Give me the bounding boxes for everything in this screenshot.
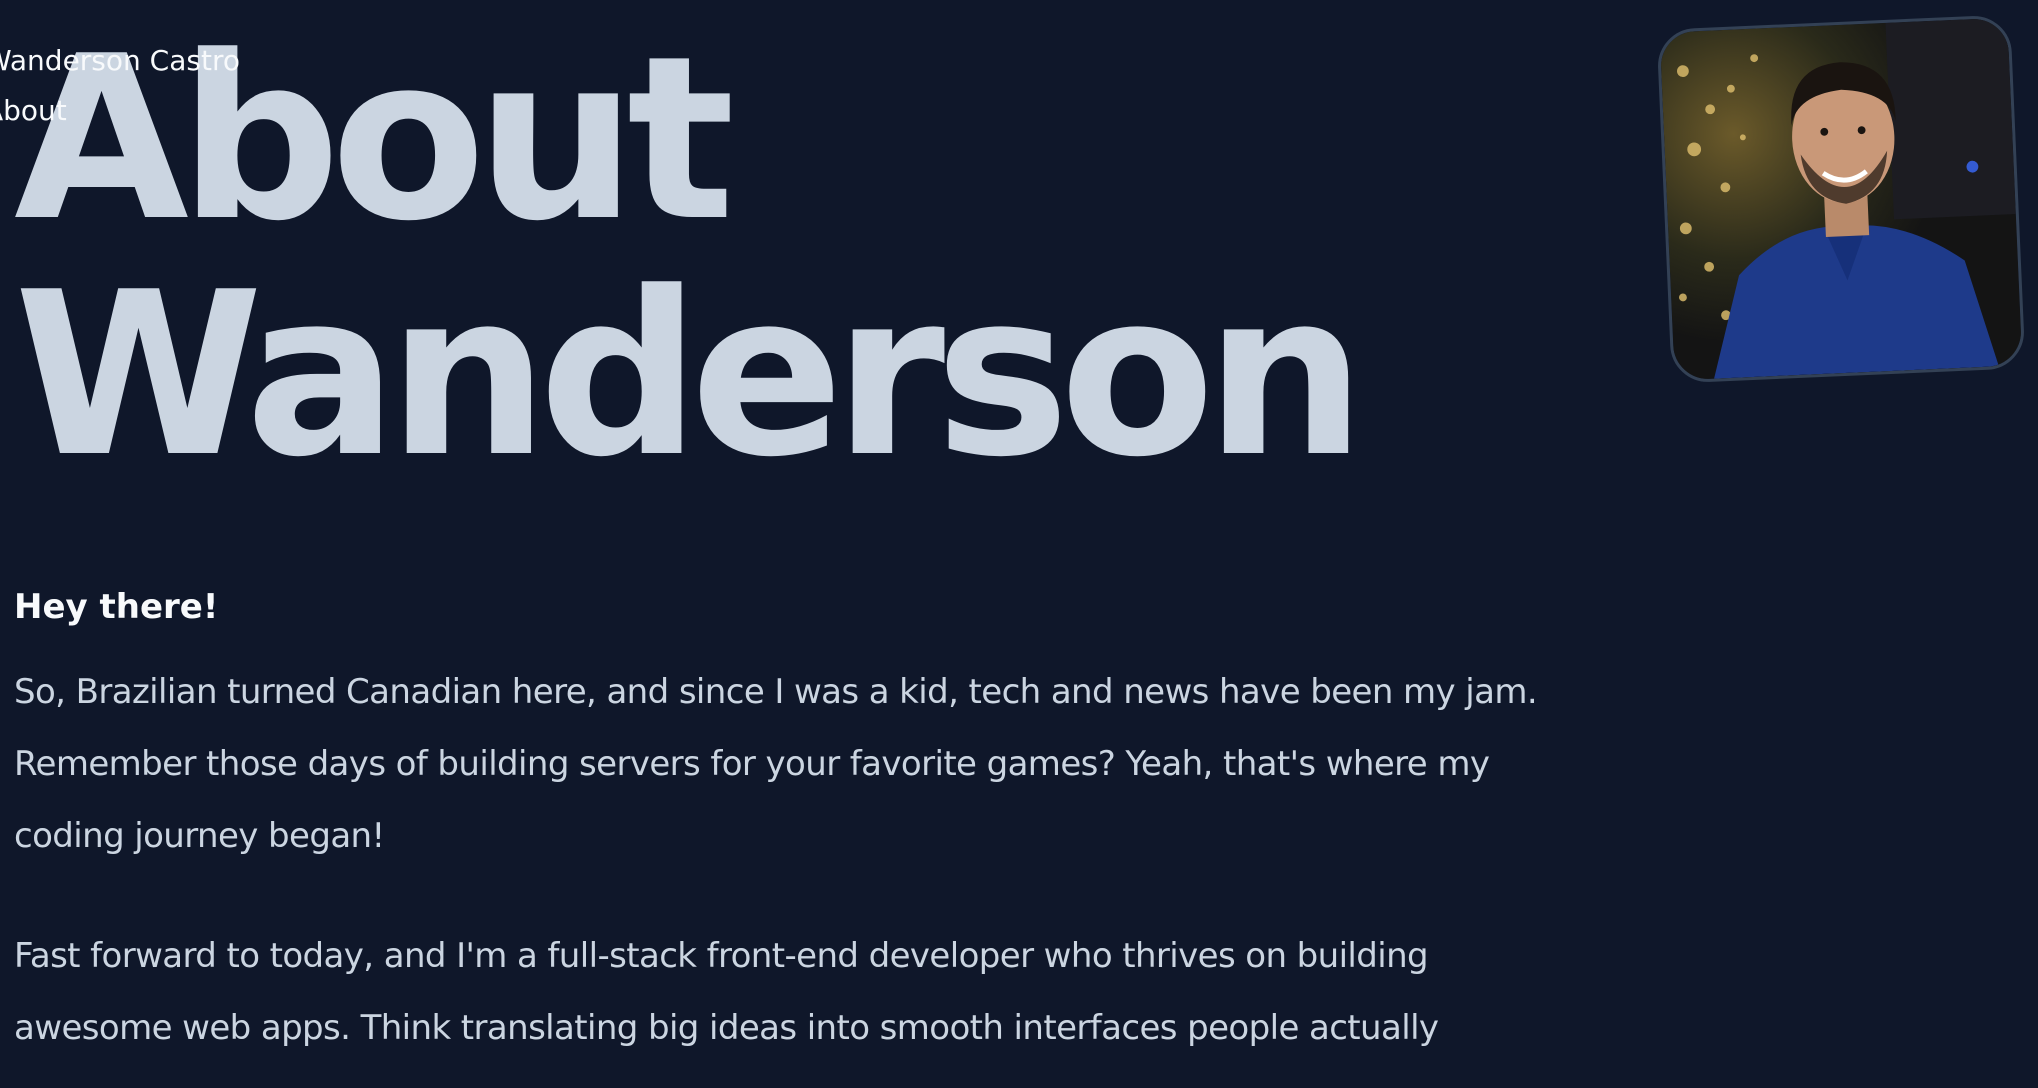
site-name-link[interactable]: Wanderson Castro [0,36,240,86]
intro-paragraph: So, Brazilian turned Canadian here, and … [14,672,1538,856]
career-paragraph: Fast forward to today, and I'm a full-st… [14,936,1439,1048]
nav-about-link[interactable]: About [0,86,240,136]
profile-photo-illustration [1659,17,2023,381]
greeting-heading: Hey there! [14,587,219,627]
top-nav: Wanderson Castro About [0,36,240,136]
profile-photo [1656,14,2026,384]
about-content: Hey there! So, Brazilian turned Canadian… [14,582,1554,1088]
page-title-line-2: Wanderson [14,244,1366,507]
